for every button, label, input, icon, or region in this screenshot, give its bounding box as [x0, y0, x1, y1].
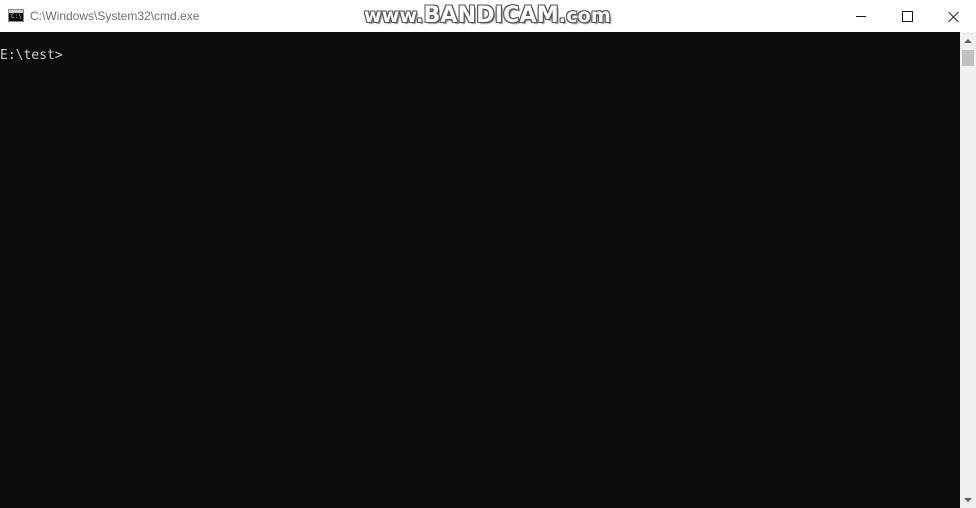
- watermark-prefix: www.: [364, 5, 424, 27]
- close-button[interactable]: [930, 0, 976, 32]
- maximize-icon: [901, 10, 913, 22]
- window-title: C:\Windows\System32\cmd.exe: [30, 9, 200, 23]
- arrow-down-icon: [964, 497, 972, 502]
- scroll-up-button[interactable]: [960, 32, 976, 49]
- bandicam-watermark: www.BANDICAM.com: [364, 3, 611, 28]
- close-icon: [948, 11, 959, 22]
- arrow-up-icon: [964, 38, 972, 43]
- cmd-window: C:\ C:\Windows\System32\cmd.exe www.BAND…: [0, 0, 976, 508]
- minimize-icon: [856, 15, 866, 17]
- watermark-suffix: .com: [558, 5, 611, 27]
- command-prompt: E:\test>: [0, 48, 63, 63]
- scroll-thumb[interactable]: [962, 50, 974, 66]
- maximize-button[interactable]: [884, 0, 930, 32]
- minimize-button[interactable]: [838, 0, 884, 32]
- scroll-down-button[interactable]: [960, 491, 976, 508]
- cmd-icon[interactable]: C:\: [8, 9, 24, 22]
- title-bar[interactable]: C:\ C:\Windows\System32\cmd.exe www.BAND…: [0, 0, 976, 32]
- watermark-brand: BANDICAM: [423, 3, 559, 28]
- cmd-icon-glyph: C:\: [11, 13, 22, 20]
- console-area[interactable]: E:\test>: [0, 32, 960, 508]
- vertical-scrollbar[interactable]: [960, 32, 976, 508]
